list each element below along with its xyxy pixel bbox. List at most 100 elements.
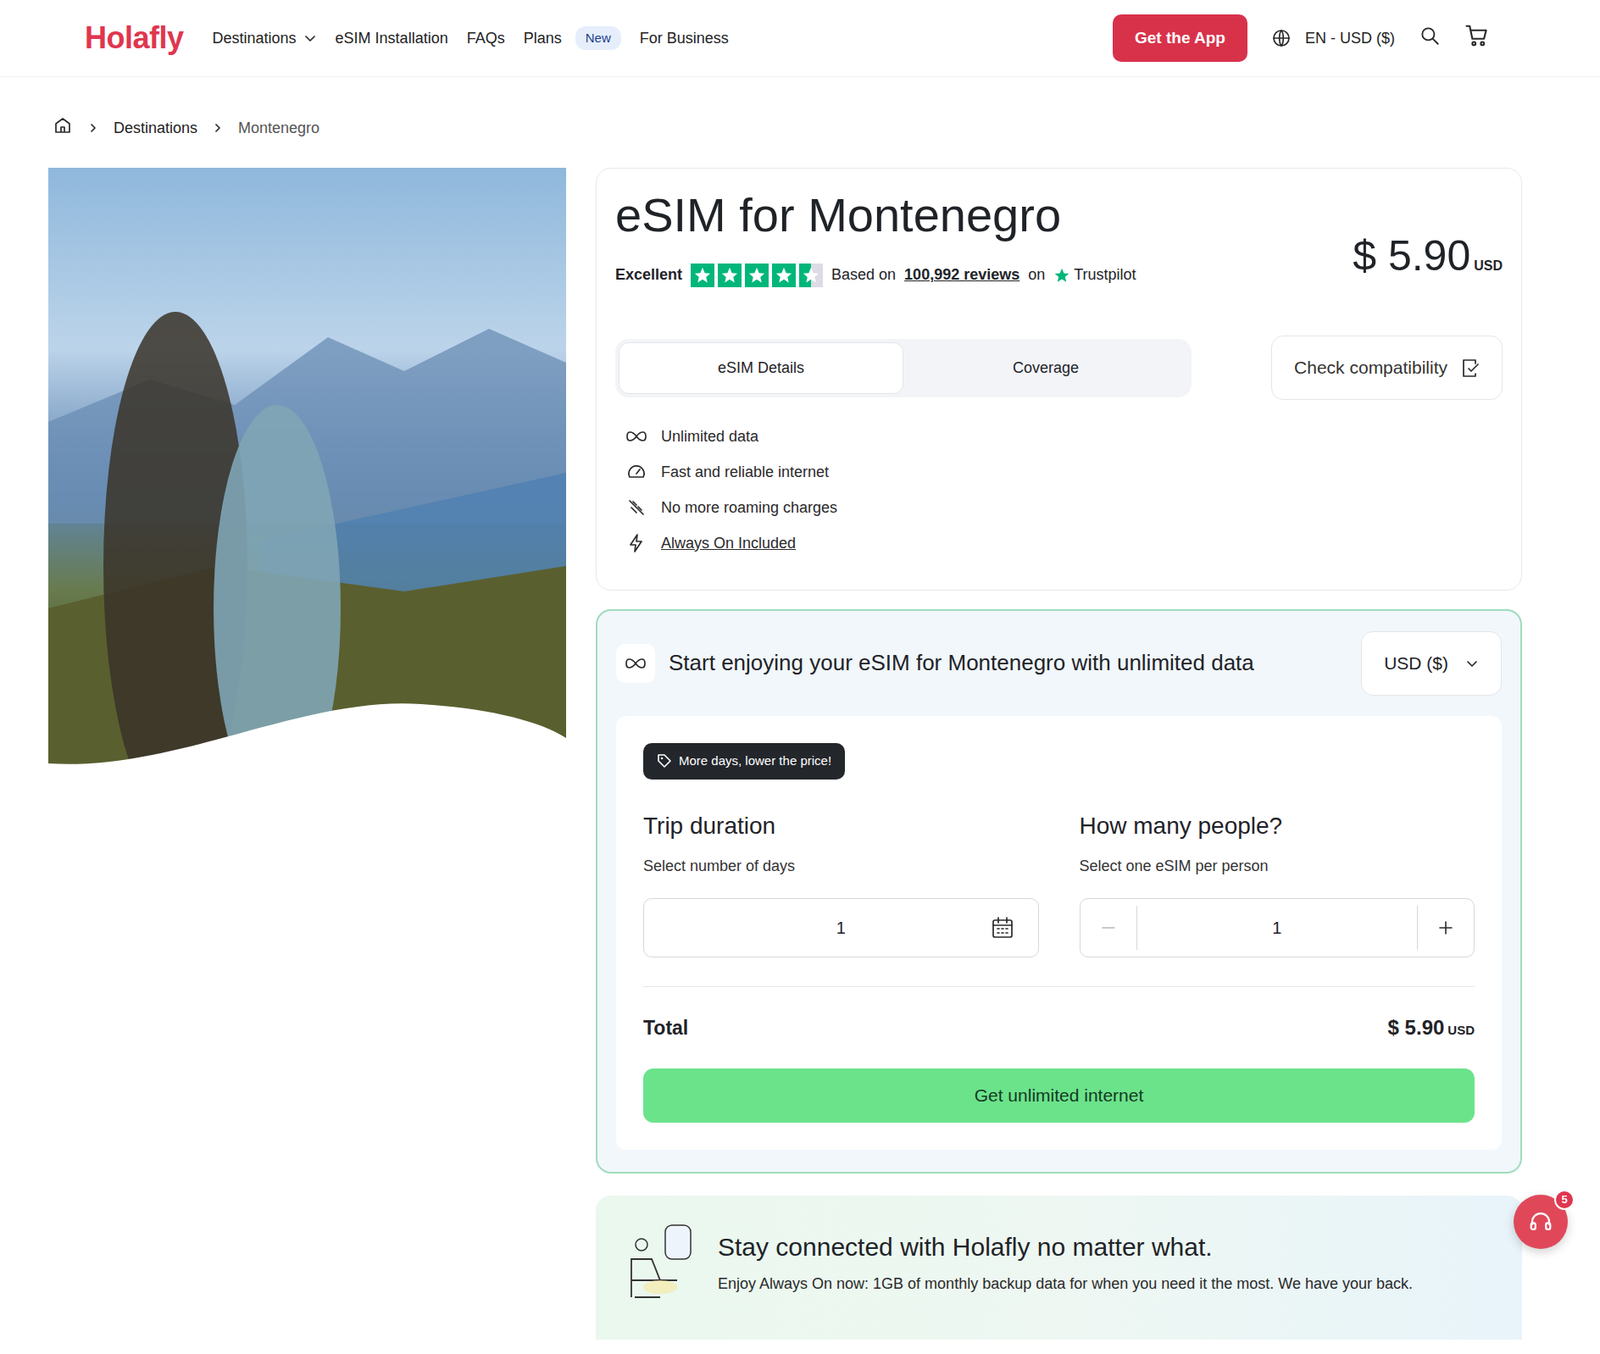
home-icon <box>52 115 73 136</box>
checklist-icon <box>1461 356 1480 379</box>
bolt-icon <box>626 533 647 554</box>
tab[interactable]: eSIM Details <box>618 342 904 395</box>
days-value[interactable]: 1 <box>836 915 846 941</box>
logo[interactable]: Holafly <box>84 15 184 62</box>
compatibility-button[interactable]: Check compatibility <box>1271 335 1503 400</box>
feature-item: Fast and reliable internet <box>615 454 1503 490</box>
destination-photo <box>48 167 567 773</box>
new-badge: New <box>575 26 622 51</box>
reviews-link[interactable]: 100,992 reviews <box>904 263 1020 287</box>
feature-item: Always On Included <box>615 525 1503 562</box>
headset-icon <box>1527 1209 1554 1235</box>
home-link[interactable] <box>52 115 73 141</box>
chat-badge: 5 <box>1554 1189 1575 1211</box>
feature-label: Fast and reliable internet <box>661 461 829 484</box>
product-card: eSIM for Montenegro Excellent Based on 100,… <box>595 167 1523 591</box>
price-currency: USD <box>1473 258 1503 273</box>
rating-text: Based on <box>831 263 896 287</box>
feature-list: Unlimited data Fast and reliable internet… <box>615 418 1503 562</box>
nav-label[interactable]: eSIM Installation <box>335 27 449 50</box>
traveler-illustration-icon <box>622 1221 696 1306</box>
minus-icon <box>1100 919 1117 937</box>
tag-icon <box>656 753 673 769</box>
tab[interactable]: Coverage <box>903 342 1189 395</box>
locale-label[interactable]: EN - USD ($) <box>1305 27 1395 50</box>
mountain-shapes <box>48 167 567 773</box>
chevron-down-icon <box>303 31 317 45</box>
nav-item[interactable]: Destinations <box>212 27 317 50</box>
nav-item[interactable]: For Business <box>639 27 729 50</box>
compatibility-label[interactable]: Check compatibility <box>1294 354 1448 382</box>
purchase-title: Start enjoying your eSIM for Montenegro … <box>668 650 1348 677</box>
trustpilot-label[interactable]: Trustpilot <box>1073 263 1136 287</box>
buy-button[interactable]: Get unlimited internet <box>643 1068 1475 1123</box>
feature-label: No more roaming charges <box>661 496 838 520</box>
star <box>772 263 796 288</box>
main-nav: Destinations eSIM Installation FAQs Plans Ne… <box>212 26 748 51</box>
product-tabs: eSIM Details Coverage <box>615 338 1192 398</box>
tab-label[interactable]: Coverage <box>1012 359 1079 377</box>
product-main: eSIM for Montenegro Excellent Based on 100,… <box>0 167 1600 1340</box>
feature-label: Unlimited data <box>661 425 759 449</box>
chevron-right-icon <box>88 122 99 134</box>
minus-button[interactable] <box>1080 899 1137 957</box>
search-button[interactable] <box>1418 24 1441 53</box>
plus-button[interactable] <box>1417 899 1474 957</box>
people-stepper: 1 <box>1079 898 1476 958</box>
calendar-icon <box>990 916 1015 940</box>
chevron-down-icon <box>1465 656 1479 671</box>
speed-icon <box>626 461 647 483</box>
globe-icon <box>1271 27 1292 49</box>
star <box>744 263 769 288</box>
nav-label[interactable]: Destinations <box>212 27 297 50</box>
wave-shape <box>48 695 567 773</box>
site-header: Holafly Destinations eSIM Installation FAQs… <box>0 0 1600 77</box>
locale-selector[interactable]: EN - USD ($) <box>1271 27 1395 50</box>
currency-label[interactable]: USD ($) <box>1383 650 1449 678</box>
cart-button[interactable] <box>1464 22 1490 55</box>
chevron-right-icon <box>212 122 223 134</box>
nav-label[interactable]: For Business <box>639 27 729 50</box>
duration-title: Trip duration <box>643 811 1039 841</box>
feature-label[interactable]: Always On Included <box>661 532 796 556</box>
total-price: $ 5.90USD <box>1388 1012 1475 1044</box>
trustpilot-star-icon <box>1053 266 1071 284</box>
plus-icon <box>1437 919 1455 937</box>
tab-label[interactable]: eSIM Details <box>717 359 805 377</box>
star <box>717 263 742 288</box>
get-app-button[interactable]: Get the App <box>1112 14 1248 63</box>
header-actions: Get the App EN - USD ($) <box>1112 14 1490 63</box>
rating: Excellent Based on 100,992 reviews on Trustp… <box>615 263 1137 288</box>
rating-label: Excellent <box>615 263 683 287</box>
product-title: eSIM for Montenegro <box>615 188 1137 242</box>
promo-title: Stay connected with Holafly no matter wh… <box>717 1232 1413 1263</box>
star <box>690 263 715 288</box>
tag-label: More days, lower the price! <box>678 751 832 772</box>
days-input[interactable]: 1 <box>643 898 1039 958</box>
duration-hint: Select number of days <box>643 855 1039 878</box>
currency-select[interactable]: USD ($) <box>1361 631 1502 696</box>
rating-text: on <box>1027 263 1045 287</box>
nav-label[interactable]: Plans <box>523 27 562 50</box>
price: $ 5.90USD <box>1352 224 1503 289</box>
breadcrumb-item: Montenegro <box>238 117 320 139</box>
breadcrumb: Destinations Montenegro <box>0 76 1600 168</box>
nav-label[interactable]: FAQs <box>466 27 506 50</box>
people-value[interactable]: 1 <box>1272 915 1282 941</box>
promo-text: Enjoy Always On now: 1GB of monthly back… <box>717 1272 1413 1296</box>
infinity-icon <box>625 429 648 444</box>
purchase-card: Start enjoying your eSIM for Montenegro … <box>595 609 1523 1174</box>
breadcrumb-item[interactable]: Destinations <box>113 117 198 139</box>
nav-item[interactable]: eSIM Installation <box>335 27 449 50</box>
always-on-promo: Stay connected with Holafly no matter wh… <box>595 1195 1523 1340</box>
plan-form: More days, lower the price! Trip duration… <box>616 716 1502 1150</box>
nav-item[interactable]: FAQs <box>466 27 506 50</box>
total-currency: USD <box>1447 1022 1475 1038</box>
chat-button[interactable]: 5 <box>1513 1194 1568 1250</box>
total-label: Total <box>643 1013 689 1044</box>
nav-item[interactable]: Plans New <box>523 26 622 51</box>
total-amount: $ 5.90 <box>1388 1016 1445 1039</box>
cart-icon <box>1464 22 1490 49</box>
people-hint: Select one eSIM per person <box>1079 855 1476 878</box>
star <box>799 263 823 288</box>
